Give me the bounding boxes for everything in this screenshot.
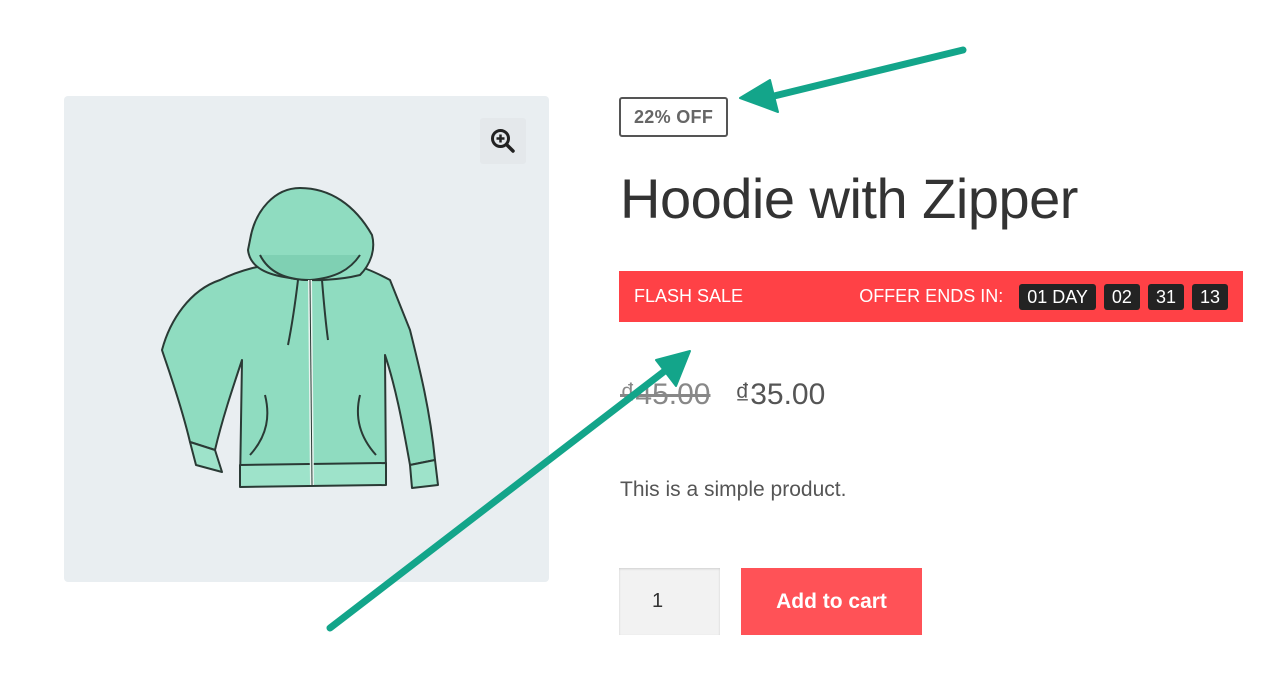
- countdown-seconds: 13: [1191, 283, 1228, 310]
- discount-badge: 22% OFF: [619, 97, 729, 137]
- zoom-button[interactable]: [480, 118, 526, 164]
- arrow-head-badge: [739, 79, 779, 113]
- product-description: This is a simple product.: [620, 478, 847, 501]
- offer-ends-label: OFFER ENDS IN:: [859, 286, 1004, 306]
- add-to-cart-button[interactable]: Add to cart: [741, 568, 922, 635]
- quantity-input[interactable]: [619, 568, 720, 635]
- countdown-hours: 02: [1103, 283, 1140, 310]
- flash-sale-label: FLASH SALE: [634, 286, 744, 306]
- hoodie-image[interactable]: [150, 180, 460, 500]
- old-price: ₫45.00: [620, 378, 711, 411]
- sale-price: ₫35.00: [734, 378, 826, 411]
- zoom-in-icon: [491, 129, 515, 153]
- product-title: Hoodie with Zipper: [620, 167, 1078, 230]
- countdown-minutes: 31: [1147, 283, 1184, 310]
- flash-sale-bar: FLASH SALE OFFER ENDS IN: 01 DAY 02 31 1…: [619, 271, 1243, 322]
- countdown-days: 01 DAY: [1019, 283, 1096, 310]
- price: ₫45.00 ₫35.00: [620, 378, 825, 412]
